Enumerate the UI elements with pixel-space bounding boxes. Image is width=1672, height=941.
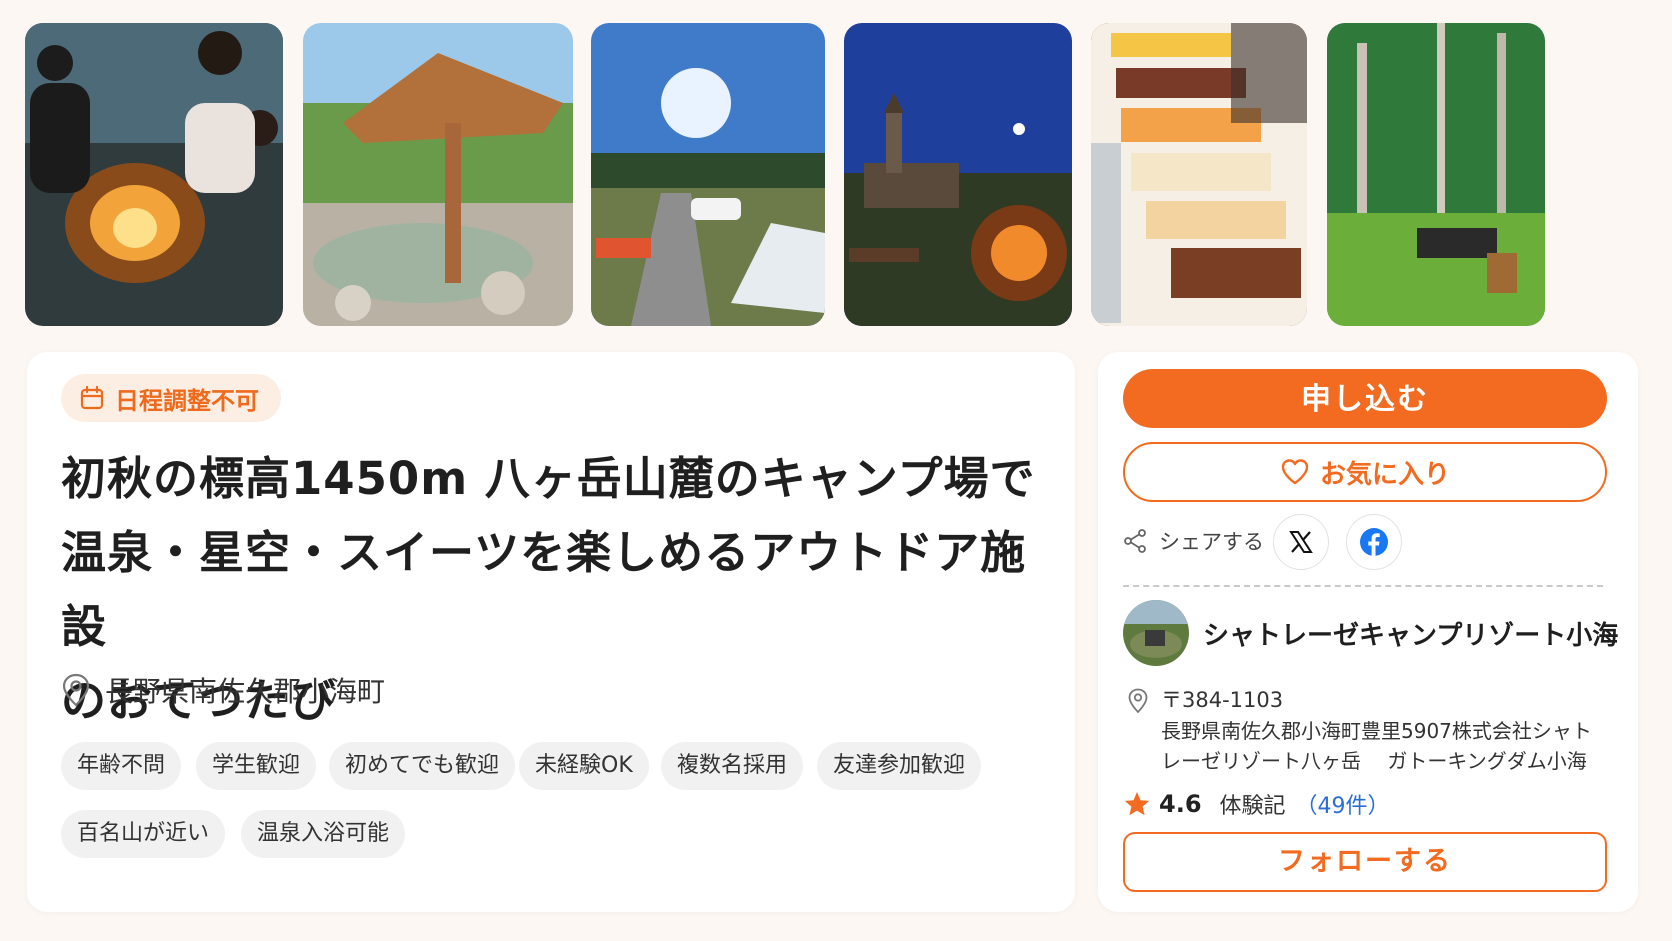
tag-chip: 学生歓迎 (196, 742, 317, 790)
facebook-logo-icon (1360, 528, 1388, 556)
tag-chip: 年齢不問 (61, 742, 182, 790)
organizer-name[interactable]: シャトレーゼキャンプリゾート小海 (1203, 615, 1618, 652)
calendar-icon (80, 385, 104, 410)
night-clocktower-photo[interactable] (844, 23, 1072, 326)
hot-spring-photo[interactable] (303, 23, 573, 326)
postal-code: 〒384-1103 (1161, 688, 1284, 712)
x-logo-icon (1289, 531, 1313, 553)
share-text: シェアする (1159, 530, 1264, 554)
event-title-line: 温泉・星空・スイーツを楽しめるアウトドア施設 (61, 526, 1027, 653)
location-pin-icon (62, 673, 90, 707)
follow-button[interactable]: フォローする (1123, 832, 1607, 892)
tag-chip: 初めてでも歓迎 (329, 742, 516, 790)
address-line: 長野県南佐久郡小海町豊里5907株式会社シャト (1161, 719, 1592, 743)
location-pin-icon (1128, 688, 1148, 714)
share-x-button[interactable] (1273, 514, 1329, 570)
address-line: レーゼリゾート八ヶ岳 ガトーキングダム小海 (1161, 749, 1587, 773)
forest-hammock-photo[interactable] (1327, 23, 1545, 326)
campsite-photo[interactable] (591, 23, 825, 326)
rating-row: 4.6 体験記 （49件） (1123, 788, 1390, 820)
favorite-label: お気に入り (1319, 459, 1450, 490)
action-card: 申し込む お気に入り シェアする シャトレーゼキャンプリゾート小海 〒384-1… (1098, 352, 1638, 912)
tag-chip: 未経験OK (519, 742, 649, 790)
share-facebook-button[interactable] (1346, 514, 1402, 570)
share-label: シェアする (1123, 526, 1264, 556)
tag-chip: 複数名採用 (661, 742, 804, 790)
tag-chip: 百名山が近い (61, 810, 226, 858)
address-text: 長野県南佐久郡小海町豊里5907株式会社シャト レーゼリゾート八ヶ岳 ガトーキン… (1161, 716, 1631, 776)
sweets-buffet-photo[interactable] (1091, 23, 1307, 326)
star-icon (1124, 792, 1150, 816)
event-card: 日程調整不可 初秋の標高1450m 八ヶ岳山麓のキャンプ場で 温泉・星空・スイー… (27, 352, 1075, 912)
apply-button[interactable]: 申し込む (1123, 369, 1607, 428)
organizer-avatar[interactable] (1123, 600, 1189, 666)
rating-value: 4.6 (1159, 790, 1202, 818)
heart-icon (1281, 459, 1309, 485)
tag-chip: 温泉入浴可能 (241, 810, 406, 858)
event-title-line: 初秋の標高1450m 八ヶ岳山麓のキャンプ場で (61, 452, 1036, 505)
location-text: 長野県南佐久郡小海町 (105, 675, 386, 708)
schedule-badge-label: 日程調整不可 (115, 386, 259, 415)
event-location: 長野県南佐久郡小海町 (61, 670, 385, 710)
organizer-row[interactable]: シャトレーゼキャンプリゾート小海 (1123, 600, 1618, 666)
schedule-badge: 日程調整不可 (61, 374, 281, 422)
section-divider (1123, 585, 1603, 587)
review-label: 体験記 (1219, 794, 1286, 819)
campfire-photo[interactable] (25, 23, 283, 326)
favorite-button[interactable]: お気に入り (1123, 442, 1607, 502)
share-icon (1124, 529, 1146, 553)
review-count-link[interactable]: （49件） (1296, 788, 1390, 820)
share-row: シェアする (1123, 512, 1603, 572)
tag-chip: 友達参加歓迎 (817, 742, 982, 790)
